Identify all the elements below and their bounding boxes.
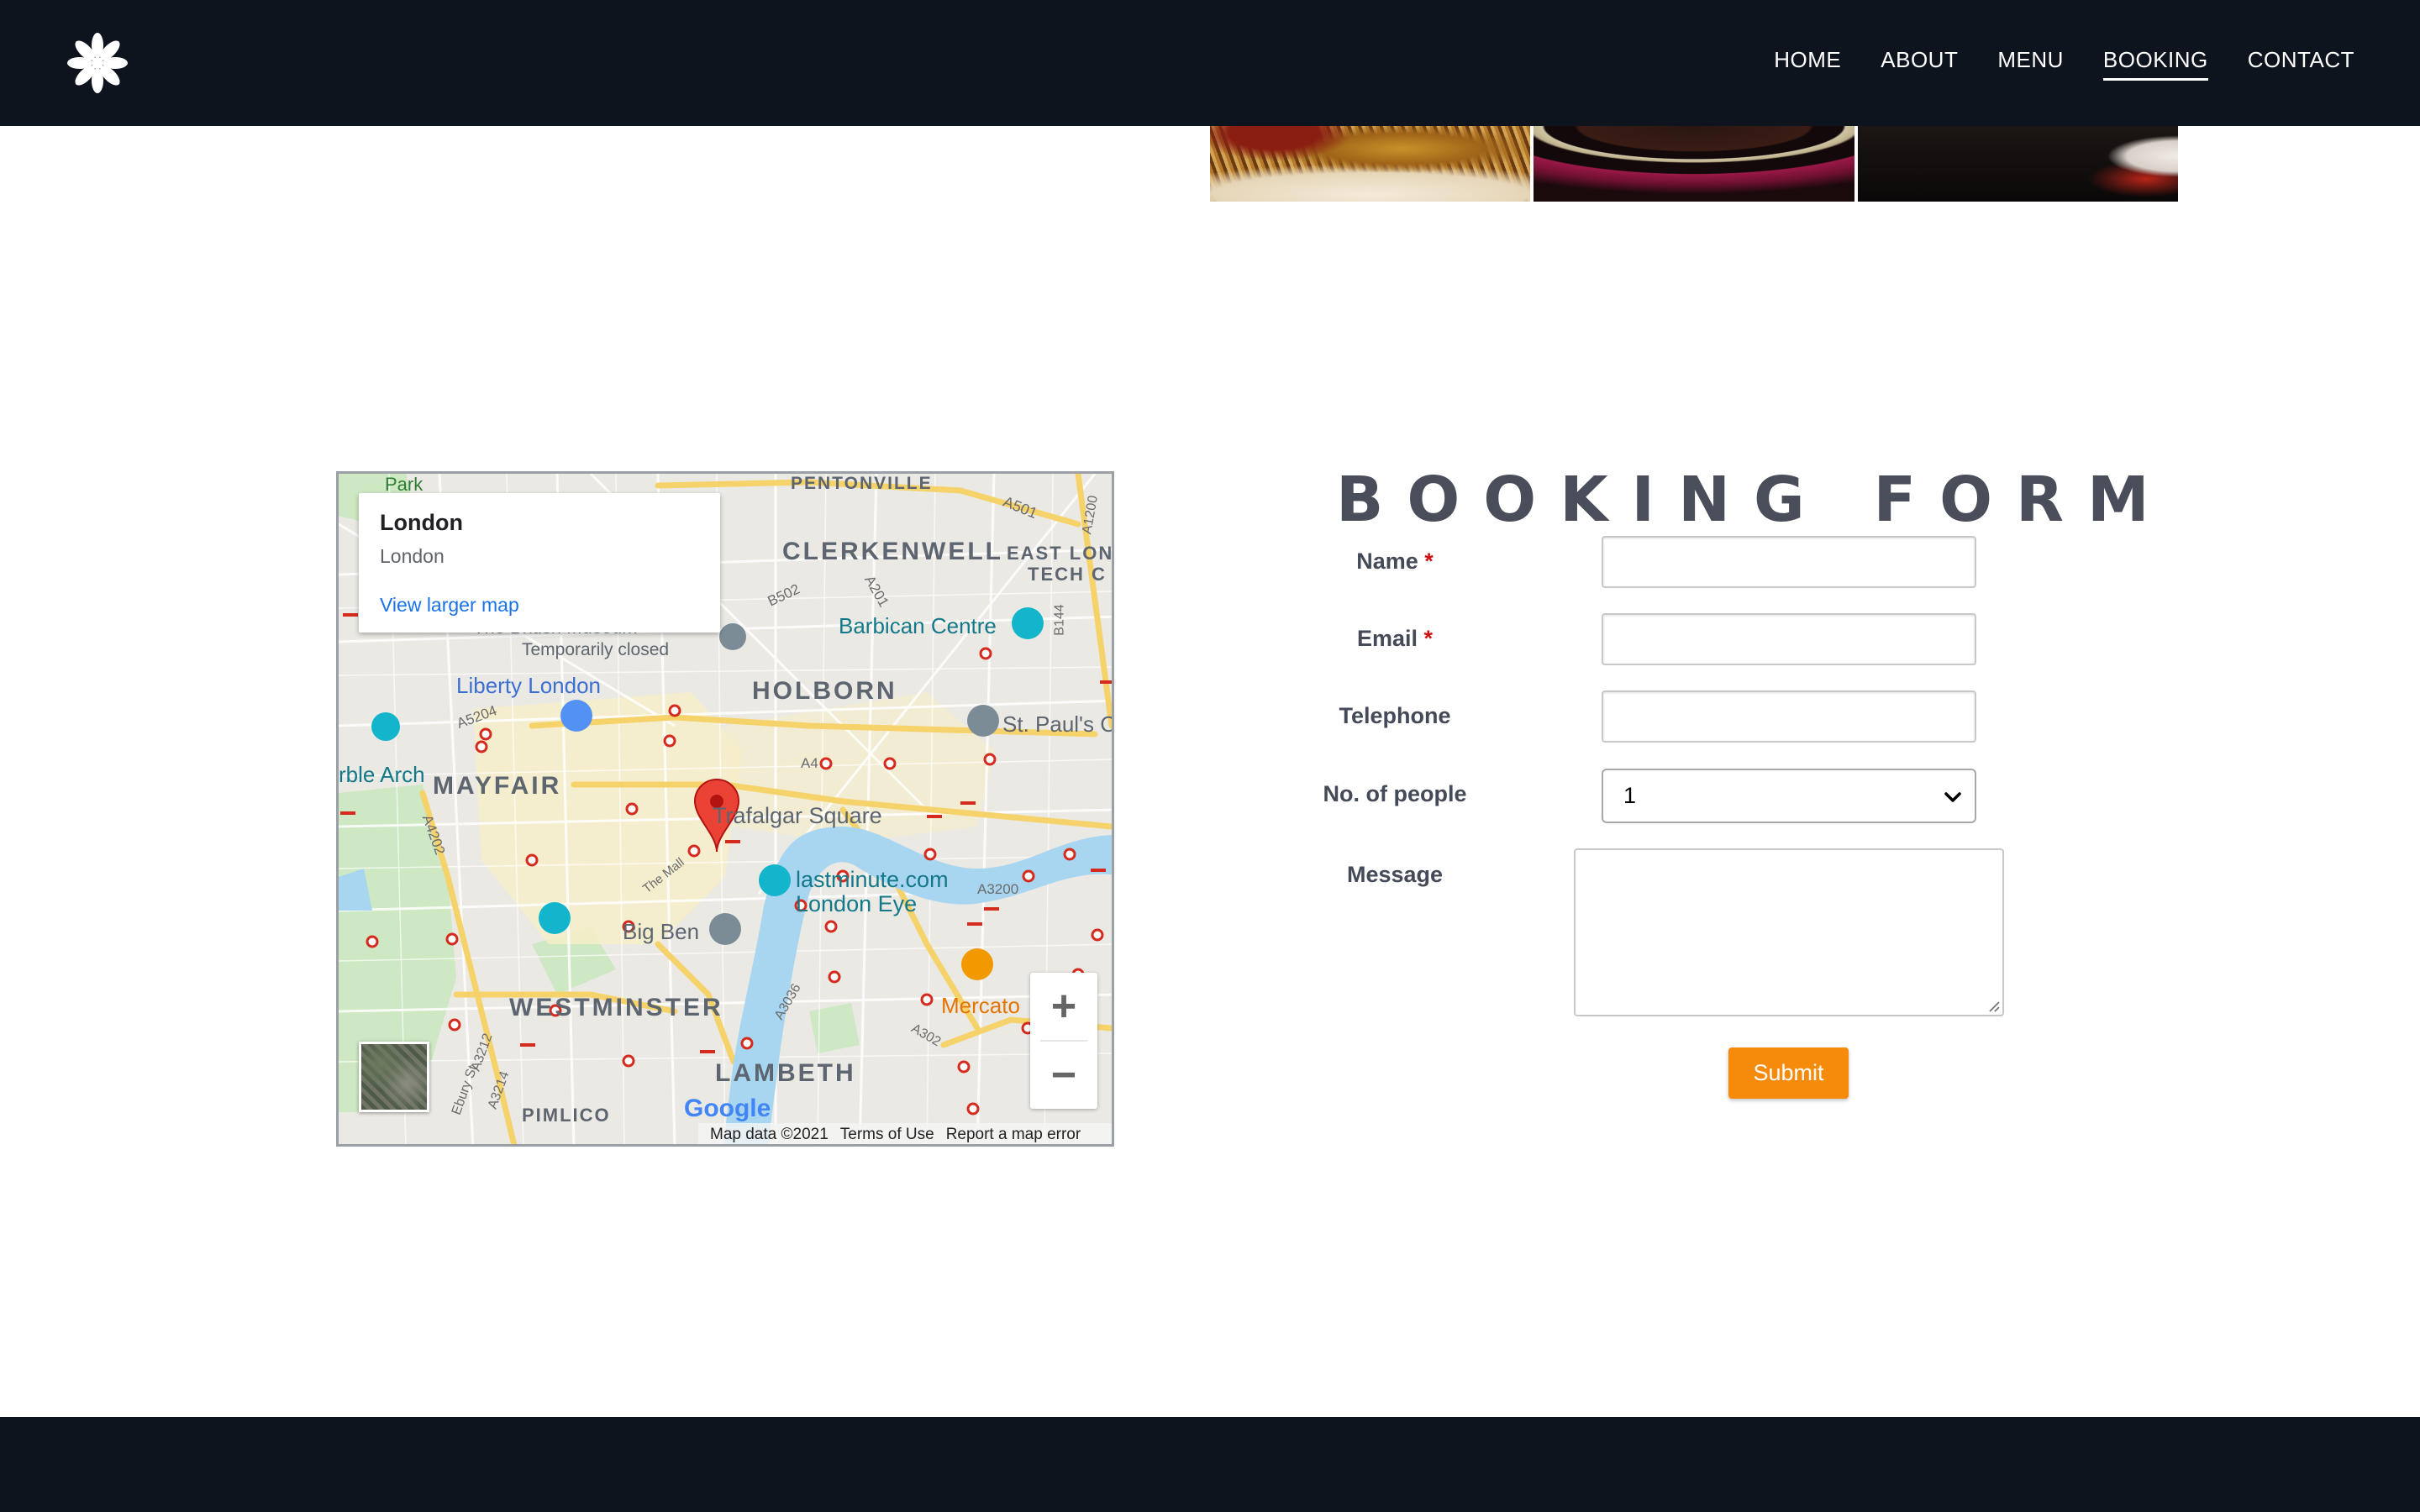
dish-photo [1534, 126, 1854, 202]
zoom-out-button[interactable]: − [1030, 1042, 1097, 1109]
map-report-error-link[interactable]: Report a map error [946, 1126, 1081, 1144]
map-label-pimlico: PIMLICO [522, 1105, 611, 1126]
name-label: Name * [1294, 549, 1496, 575]
email-label-text: Email [1356, 626, 1418, 651]
map-card-title: London [380, 510, 463, 535]
map-label-a3200: A3200 [977, 881, 1019, 897]
map-label-trafalgar: Trafalgar Square [713, 803, 882, 828]
map-label-st-pauls: St. Paul's C [1002, 711, 1114, 737]
google-logo: Google [684, 1095, 771, 1122]
telephone-input[interactable] [1602, 690, 1976, 743]
nav-menu-link[interactable]: MENU [1997, 47, 2064, 81]
map-label-liberty: Liberty London [456, 673, 602, 698]
map-terms-link[interactable]: Terms of Use [840, 1126, 934, 1144]
main-nav: HOME ABOUT MENU BOOKING CONTACT [1734, 47, 2354, 81]
map-label-lastminute: lastminute.com [796, 867, 949, 892]
map-label-mercato: Mercato [941, 993, 1020, 1018]
top-navbar: HOME ABOUT MENU BOOKING CONTACT [0, 0, 2420, 126]
chevron-down-icon [1944, 792, 1961, 802]
map-zoom-controls: + − [1030, 973, 1097, 1109]
noodles-photo [1210, 126, 1531, 202]
map-attribution-bar: Map data ©2021 Terms of Use Report a map… [698, 1123, 1112, 1144]
nav-home-link[interactable]: HOME [1774, 47, 1841, 81]
map-label-lambeth: LAMBETH [715, 1059, 856, 1087]
map-label-holborn: HOLBORN [752, 677, 897, 705]
food-photo-strip [1210, 126, 2178, 202]
booking-form-title: BOOKING FORM [1336, 464, 2173, 536]
map-label-east-london: EAST LON [1007, 543, 1114, 564]
name-input[interactable] [1602, 536, 1976, 588]
map-info-card: London London View larger map [359, 493, 720, 633]
people-select-value: 1 [1623, 783, 1637, 808]
map-label-london-eye: London Eye [796, 891, 918, 916]
map-label-temporarily-closed: Temporarily closed [522, 640, 670, 659]
nav-about-link[interactable]: ABOUT [1881, 47, 1958, 81]
view-larger-map-link[interactable]: View larger map [380, 594, 519, 617]
zoom-in-button[interactable]: + [1030, 973, 1097, 1040]
nav-booking-link[interactable]: BOOKING [2102, 47, 2208, 81]
map-data-credit: Map data ©2021 [710, 1126, 829, 1143]
satellite-view-toggle[interactable] [359, 1042, 429, 1112]
message-label: Message [1346, 862, 1444, 887]
name-label-text: Name [1356, 549, 1418, 574]
map-label-westminster: WESTMINSTER [509, 994, 723, 1021]
email-required-mark: * [1423, 626, 1434, 651]
google-map-embed[interactable]: Park PENTONVILLE A501 A1200 CLERKENWELL … [336, 471, 1114, 1147]
asterisk-logo-icon[interactable] [66, 31, 129, 95]
name-required-mark: * [1424, 549, 1434, 574]
map-label-mayfair: MAYFAIR [433, 772, 562, 800]
plate-photo [1857, 126, 2178, 202]
map-label-pentonville: PENTONVILLE [791, 474, 933, 493]
email-label: Email * [1294, 626, 1496, 652]
people-label: No. of people [1323, 781, 1467, 806]
people-select[interactable]: 1 [1602, 769, 1976, 823]
map-label-a4: A4 [801, 755, 818, 771]
email-input[interactable] [1602, 613, 1976, 665]
map-label-b144: B144 [1052, 604, 1067, 636]
map-label-tech-city: TECH C [1028, 564, 1107, 585]
telephone-label: Telephone [1339, 703, 1451, 728]
map-label-clerkenwell: CLERKENWELL [782, 538, 1003, 565]
submit-button[interactable]: Submit [1728, 1047, 1849, 1099]
resize-grip-icon[interactable] [1986, 999, 2000, 1012]
nav-contact-link[interactable]: CONTACT [2248, 47, 2354, 81]
map-card-subtitle: London [380, 545, 445, 567]
map-label-barbican: Barbican Centre [839, 613, 997, 638]
map-label-big-ben: Big Ben [623, 919, 700, 944]
page-footer [0, 1417, 2420, 1512]
map-label-marble-arch: rble Arch [339, 762, 425, 787]
message-textarea[interactable] [1574, 848, 2004, 1016]
